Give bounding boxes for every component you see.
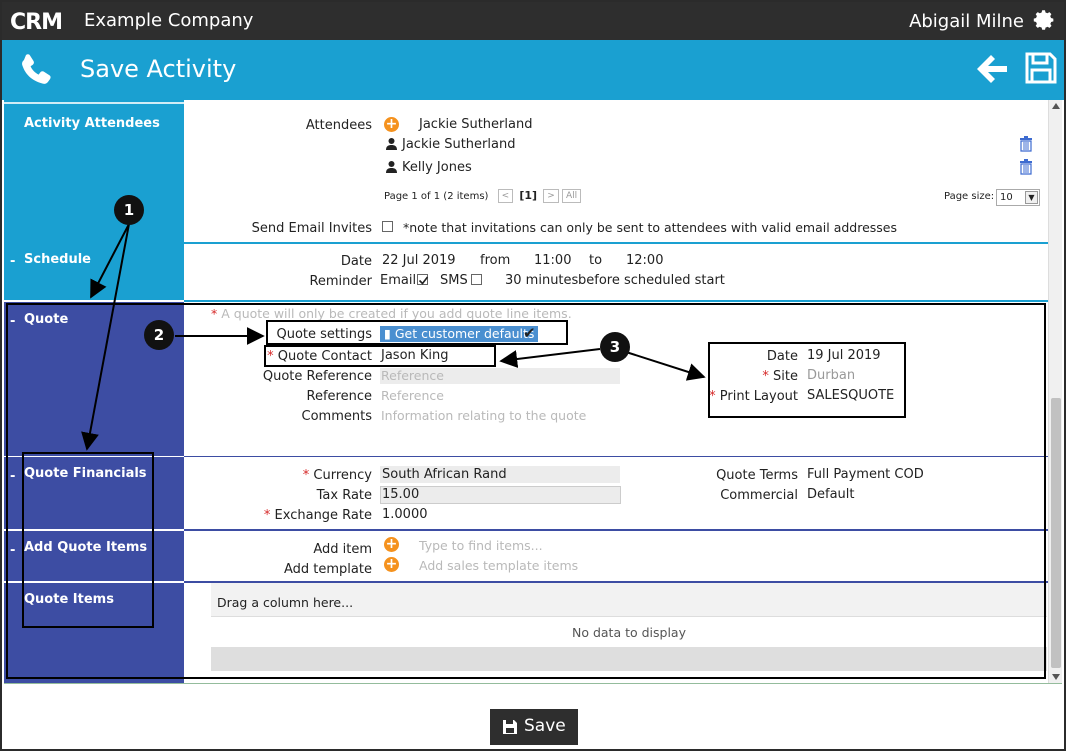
vertical-scrollbar[interactable] xyxy=(1048,100,1062,683)
top-bar: CRM Example Company Abigail Milne xyxy=(2,2,1064,40)
annotation-arrows xyxy=(81,223,706,451)
annotation-badge-3: 3 xyxy=(600,332,630,362)
back-arrow-icon[interactable] xyxy=(975,53,1009,85)
save-button-label: Save xyxy=(524,716,566,736)
save-button[interactable]: Save xyxy=(490,709,578,745)
crm-logo: CRM xyxy=(10,10,63,34)
annotation-badge-2: 2 xyxy=(144,320,174,350)
phone-icon xyxy=(22,54,51,84)
annotation-badge-1: 1 xyxy=(114,195,144,225)
page-title: Save Activity xyxy=(80,55,237,83)
form-content: Activity Attendees Attendees + Jackie Su… xyxy=(4,100,1048,683)
footer-divider xyxy=(4,683,1062,684)
save-disk-icon[interactable] xyxy=(1024,51,1058,85)
gear-icon[interactable] xyxy=(1032,8,1056,32)
company-name: Example Company xyxy=(84,10,254,31)
save-disk-icon xyxy=(503,720,517,734)
scroll-down-icon[interactable] xyxy=(1052,674,1060,680)
scroll-up-icon[interactable] xyxy=(1052,103,1060,109)
svg-text:CRM: CRM xyxy=(10,10,62,34)
scroll-thumb[interactable] xyxy=(1051,398,1061,668)
title-bar: Save Activity xyxy=(2,40,1064,100)
user-name[interactable]: Abigail Milne xyxy=(909,11,1024,32)
